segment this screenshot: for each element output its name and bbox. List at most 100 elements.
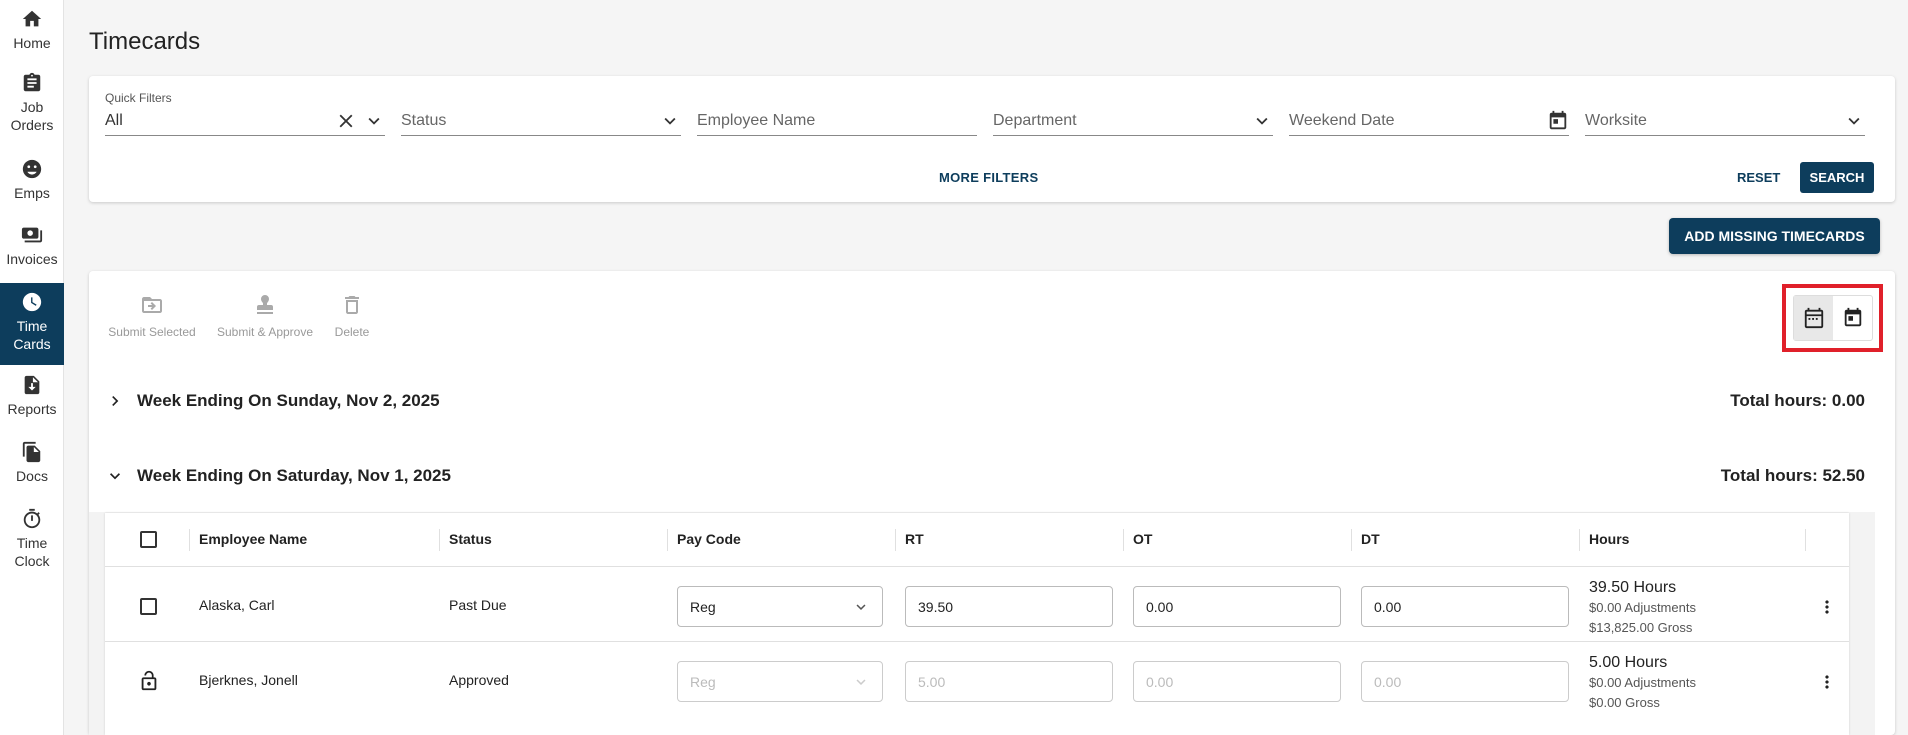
row-menu-button[interactable]: [1817, 597, 1837, 617]
add-missing-timecards-button[interactable]: ADD MISSING TIMECARDS: [1669, 218, 1880, 254]
column-header-employee-name[interactable]: Employee Name: [199, 513, 307, 565]
clear-icon[interactable]: [335, 110, 357, 132]
filter-panel: Quick Filters All Status Employee Name D…: [89, 76, 1895, 202]
day-view-button[interactable]: [1833, 296, 1872, 340]
row-divider: [105, 566, 1849, 567]
chevron-down-icon: [1256, 117, 1268, 125]
column-header-pay-code[interactable]: Pay Code: [677, 513, 741, 565]
nav-invoices-label: Invoices: [6, 251, 58, 267]
week-group-header[interactable]: Week Ending On Sunday, Nov 2, 2025 Total…: [105, 386, 1865, 416]
nav-docs[interactable]: Docs: [0, 441, 64, 489]
timecards-panel: Submit Selected Submit & Approve Delete …: [89, 271, 1895, 735]
money-icon: [21, 227, 43, 243]
nav-job-orders-label: Job Orders: [10, 99, 54, 133]
column-header-dt[interactable]: DT: [1361, 513, 1380, 565]
quick-filters-label: Quick Filters: [105, 91, 172, 105]
hours-summary: 5.00 Hours $0.00 Adjustments $0.00 Gross: [1589, 653, 1696, 713]
dt-input[interactable]: 0.00: [1361, 586, 1569, 627]
nav-emps-label: Emps: [14, 185, 50, 201]
hours-total: 5.00 Hours: [1589, 654, 1668, 671]
week-total-hours: Total hours: 52.50: [1720, 466, 1865, 485]
rt-input[interactable]: 39.50: [905, 586, 1113, 627]
delete-button[interactable]: Delete: [327, 293, 377, 339]
search-button[interactable]: SEARCH: [1800, 162, 1874, 193]
lock-open-icon: [141, 670, 157, 691]
nav-emps[interactable]: Emps: [0, 158, 64, 206]
timecards-table: Employee Name Status Pay Code RT OT DT H…: [105, 513, 1849, 735]
stopwatch-icon: [23, 508, 41, 529]
hours-adjustments: $0.00 Adjustments: [1589, 600, 1696, 615]
status-placeholder: Status: [401, 111, 447, 129]
nav-docs-label: Docs: [16, 468, 48, 484]
column-header-hours[interactable]: Hours: [1589, 513, 1629, 565]
column-header-ot[interactable]: OT: [1133, 513, 1152, 565]
nav-time-cards[interactable]: Time Cards: [0, 283, 64, 365]
chevron-down-icon[interactable]: [363, 110, 385, 132]
column-divider: [1579, 529, 1580, 551]
nav-job-orders[interactable]: Job Orders: [0, 72, 64, 140]
calendar-week-icon: [1804, 307, 1823, 329]
submit-selected-button[interactable]: Submit Selected: [105, 293, 199, 339]
row-divider: [105, 641, 1849, 642]
more-vert-icon: [1825, 675, 1829, 689]
nav-reports-label: Reports: [7, 401, 57, 417]
chevron-right-icon: [112, 396, 119, 406]
ot-input[interactable]: 0.00: [1133, 586, 1341, 627]
submit-approve-label: Submit & Approve: [216, 325, 314, 339]
clock-icon: [22, 292, 42, 312]
nav-home-label: Home: [13, 35, 51, 51]
dt-input: 0.00: [1361, 661, 1569, 702]
weekend-date-input[interactable]: Weekend Date: [1289, 106, 1569, 136]
sidebar: Home Job Orders Emps Invoices Time Cards…: [0, 0, 64, 735]
week-title: Week Ending On Sunday, Nov 2, 2025: [137, 391, 440, 410]
hours-adjustments: $0.00 Adjustments: [1589, 675, 1696, 690]
week-group-header[interactable]: Week Ending On Saturday, Nov 1, 2025 Tot…: [105, 461, 1865, 491]
nav-home[interactable]: Home: [0, 8, 64, 56]
hours-gross: $13,825.00 Gross: [1589, 620, 1693, 635]
reset-button[interactable]: RESET: [1737, 170, 1780, 185]
home-icon: [22, 10, 42, 27]
select-all-checkbox[interactable]: [140, 531, 157, 548]
quick-filters-value: All: [105, 111, 123, 129]
worksite-select[interactable]: Worksite: [1585, 106, 1865, 136]
employee-name-placeholder: Employee Name: [697, 111, 816, 129]
people-icon: [22, 159, 42, 179]
employee-name-input[interactable]: Employee Name: [697, 106, 977, 136]
stamp-icon: [257, 295, 273, 314]
page-title: Timecards: [89, 28, 201, 55]
chevron-down-icon: [856, 603, 866, 610]
status-cell: Approved: [449, 672, 509, 688]
folder-submit-icon: [142, 297, 162, 313]
column-divider: [439, 529, 440, 551]
row-menu-button[interactable]: [1817, 672, 1837, 692]
submit-approve-button[interactable]: Submit & Approve: [213, 293, 317, 339]
row-checkbox[interactable]: [140, 598, 157, 615]
column-header-rt[interactable]: RT: [905, 513, 924, 565]
column-divider: [895, 529, 896, 551]
delete-label: Delete: [334, 325, 370, 339]
ot-input: 0.00: [1133, 661, 1341, 702]
department-placeholder: Department: [993, 111, 1077, 129]
column-divider: [1123, 529, 1124, 551]
status-select[interactable]: Status: [401, 106, 681, 136]
column-header-status[interactable]: Status: [449, 513, 492, 565]
pay-code-value: Reg: [690, 673, 716, 690]
nav-reports[interactable]: Reports: [0, 374, 64, 422]
nav-time-cards-label: Time Cards: [13, 318, 51, 352]
calendar-day-icon: [1844, 307, 1861, 327]
nav-invoices[interactable]: Invoices: [0, 224, 64, 272]
pay-code-select[interactable]: Reg: [677, 586, 883, 627]
hours-gross: $0.00 Gross: [1589, 695, 1660, 710]
week-view-button[interactable]: [1794, 296, 1833, 340]
nav-time-clock[interactable]: Time Clock: [0, 508, 64, 576]
chevron-down-icon: [856, 678, 866, 685]
department-select[interactable]: Department: [993, 106, 1273, 136]
quick-filters-select[interactable]: All: [105, 106, 385, 136]
chevron-down-icon: [664, 117, 676, 125]
more-filters-button[interactable]: MORE FILTERS: [939, 170, 1038, 185]
chevron-down-icon: [110, 473, 120, 480]
calendar-icon[interactable]: [1547, 110, 1569, 132]
status-cell: Past Due: [449, 597, 507, 613]
employee-name-cell: Alaska, Carl: [199, 597, 275, 613]
docs-icon: [22, 441, 41, 463]
